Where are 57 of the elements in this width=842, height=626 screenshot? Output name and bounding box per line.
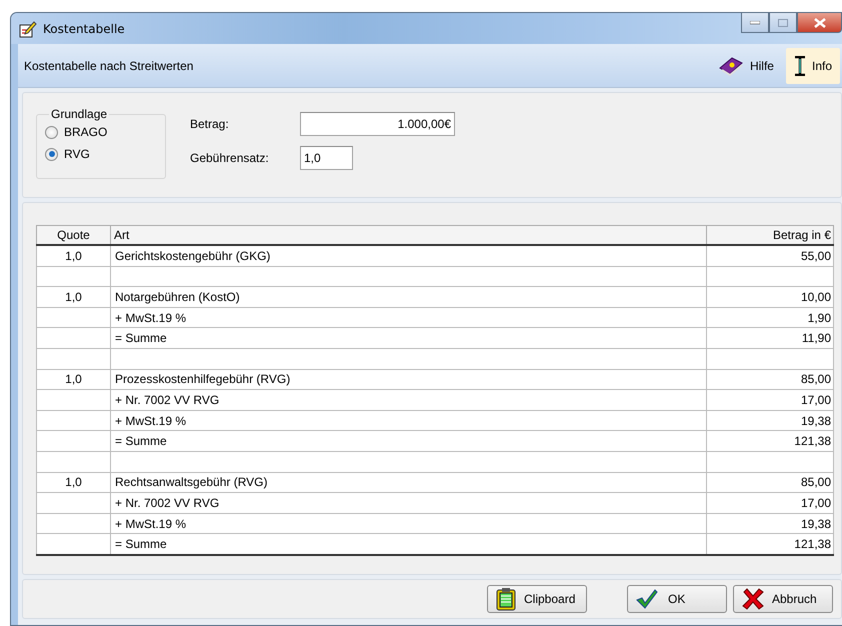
table-cell: 85,00 <box>706 472 834 493</box>
edit-table-icon <box>19 20 37 38</box>
input-field[interactable]: 1.000,00€ <box>300 112 455 136</box>
help-button[interactable]: Hilfe <box>710 48 782 84</box>
table-cell: Gerichtskostengebühr (GKG) <box>110 245 706 266</box>
cancel-button[interactable]: Abbruch <box>733 585 833 613</box>
table-cell: 1,90 <box>706 307 834 328</box>
table-cell: 1,0 <box>36 286 110 308</box>
table-cell: 121,38 <box>706 430 834 452</box>
info-button[interactable]: Info <box>786 48 840 84</box>
column-header: Quote <box>36 226 110 245</box>
field-label: Gebührensatz: <box>190 151 270 165</box>
table-cell: 17,00 <box>706 390 834 410</box>
checkmark-icon <box>636 589 658 609</box>
minimize-button[interactable] <box>741 13 769 33</box>
table-cell: 1,0 <box>36 369 110 390</box>
table-cell: + MwSt.19 % <box>110 307 706 328</box>
group-title: Grundlage <box>50 107 108 121</box>
table-cell: + MwSt.19 % <box>110 410 706 431</box>
cross-icon <box>742 588 764 610</box>
table-cell: + MwSt.19 % <box>110 513 706 534</box>
table-cell: = Summe <box>110 328 706 348</box>
minimize-icon <box>750 20 760 24</box>
clipboard-button[interactable]: Clipboard <box>487 585 587 613</box>
table-cell: 1,0 <box>36 472 110 493</box>
table-cell: 55,00 <box>706 245 834 266</box>
table-cell: + Nr. 7002 VV RVG <box>110 492 706 514</box>
table-cell: 19,38 <box>706 410 834 431</box>
ok-button[interactable]: OK <box>627 585 727 613</box>
column-header: Art <box>110 226 706 245</box>
radio-button[interactable] <box>45 148 58 160</box>
radio-option[interactable]: RVG <box>45 143 165 165</box>
radio-option[interactable]: BRAGO <box>45 121 165 143</box>
table-cell: 11,90 <box>706 328 834 348</box>
table-cell: 19,38 <box>706 513 834 534</box>
table-cell: Prozesskostenhilfegebühr (RVG) <box>110 369 706 390</box>
field-label: Betrag: <box>190 117 230 131</box>
input-field[interactable]: 1,0 <box>300 146 353 170</box>
column-header: Betrag in € <box>706 226 834 245</box>
table-cell: 17,00 <box>706 492 834 514</box>
table-cell: 10,00 <box>706 286 834 308</box>
window-title: Kostentabelle <box>43 22 125 36</box>
maximize-button[interactable] <box>769 13 797 33</box>
book-icon <box>718 56 744 76</box>
table-cell: 1,0 <box>36 245 110 266</box>
maximize-icon <box>778 18 788 26</box>
radio-button[interactable] <box>45 126 58 138</box>
close-icon <box>814 18 826 28</box>
table-cell: = Summe <box>110 430 706 452</box>
clipboard-icon <box>496 587 516 611</box>
table-cell: 85,00 <box>706 369 834 390</box>
text-cursor-icon <box>794 56 806 76</box>
toolbar-caption: Kostentabelle nach Streitwerten <box>24 58 194 72</box>
table-cell: Rechtsanwaltsgebühr (RVG) <box>110 472 706 493</box>
close-button[interactable] <box>797 13 842 33</box>
table-cell: + Nr. 7002 VV RVG <box>110 390 706 410</box>
table-cell: Notargebühren (KostO) <box>110 286 706 308</box>
